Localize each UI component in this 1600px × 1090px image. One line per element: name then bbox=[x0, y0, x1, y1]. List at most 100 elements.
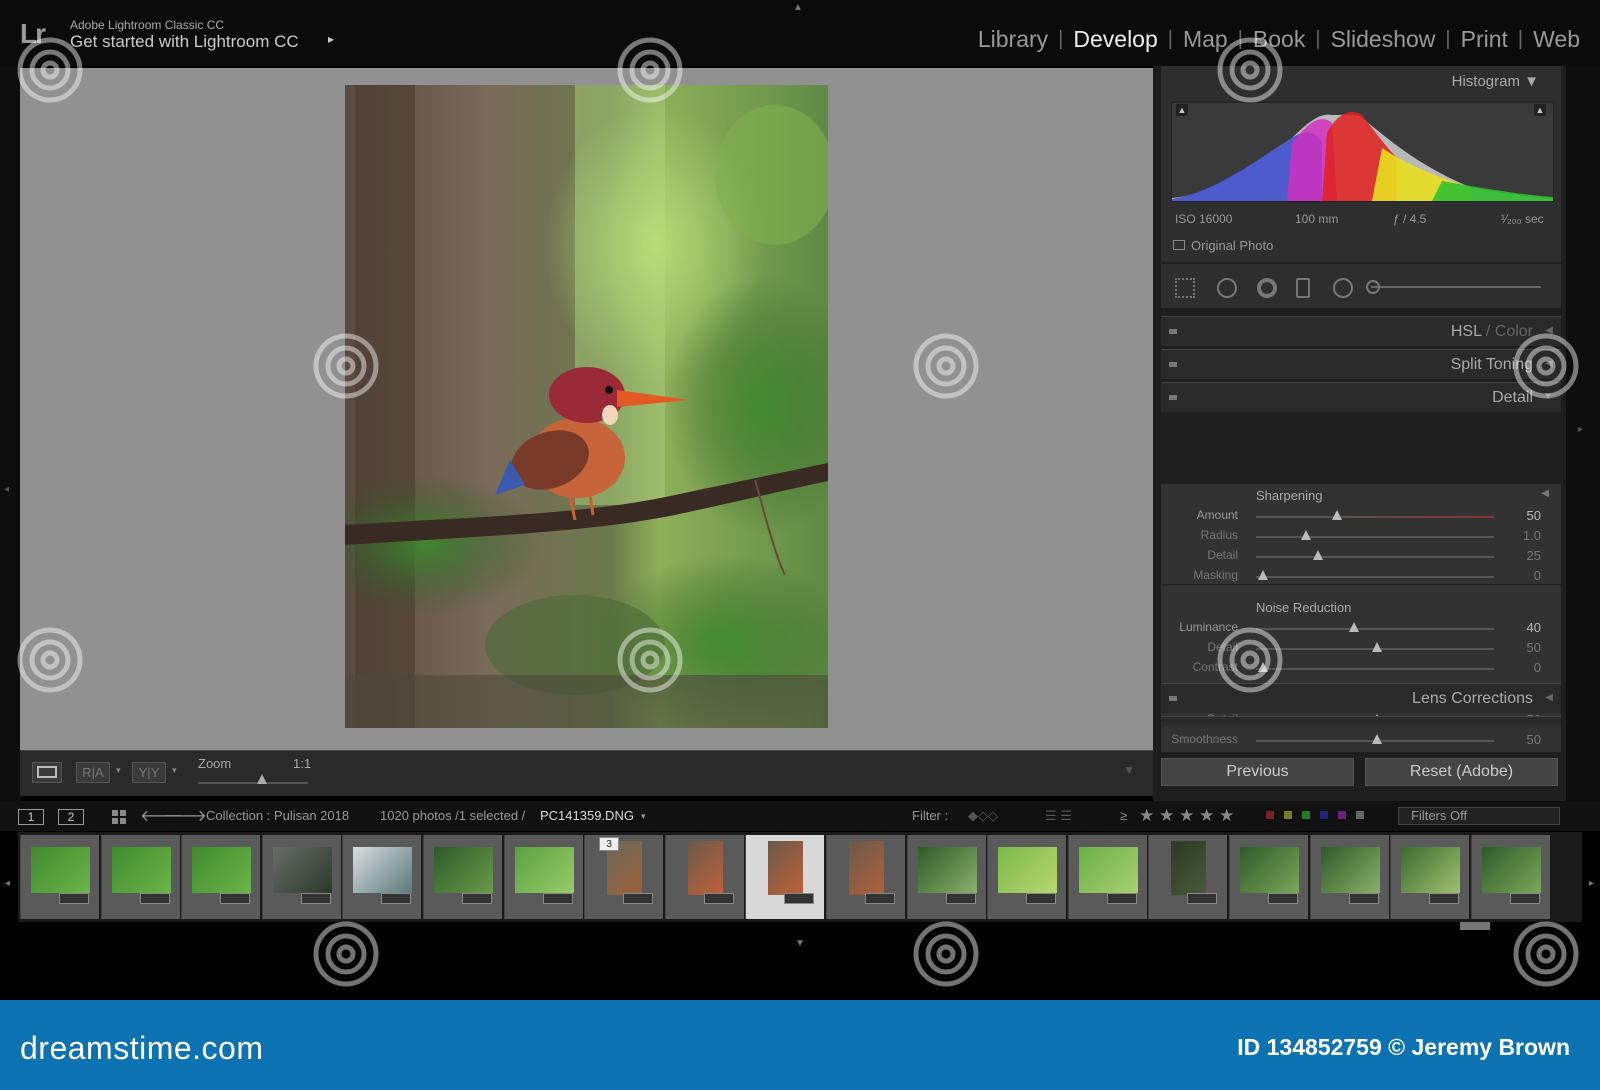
slider-thumb[interactable] bbox=[1372, 734, 1383, 744]
flag-filter-icon[interactable]: ◆◇◇ bbox=[968, 808, 998, 824]
filmstrip-thumbnail[interactable] bbox=[261, 835, 341, 919]
slider-track[interactable] bbox=[1256, 536, 1494, 538]
rating-star-icon[interactable]: ★ bbox=[1139, 806, 1154, 826]
slider-value[interactable]: 0 bbox=[1534, 568, 1541, 583]
slider-track[interactable] bbox=[1256, 576, 1494, 578]
shadow-clipping-toggle[interactable]: ▲ bbox=[1176, 104, 1188, 116]
bottom-panel-toggle-icon[interactable]: ▼ bbox=[795, 938, 805, 949]
slider-value[interactable]: 40 bbox=[1527, 620, 1541, 635]
filmstrip-thumbnail[interactable] bbox=[342, 835, 422, 919]
chevron-down-icon[interactable]: ▾ bbox=[172, 765, 177, 776]
slider-value[interactable]: 1.0 bbox=[1523, 528, 1541, 543]
chevron-down-icon[interactable]: ▾ bbox=[641, 811, 646, 822]
get-started-link[interactable]: Get started with Lightroom CC bbox=[70, 32, 299, 52]
spot-removal-icon[interactable] bbox=[1217, 278, 1237, 298]
module-develop[interactable]: Develop bbox=[1063, 26, 1167, 53]
expand-left-panel-icon[interactable]: ◂ bbox=[4, 484, 9, 495]
slider-thumb[interactable] bbox=[1300, 530, 1311, 540]
filmstrip-thumbnail[interactable] bbox=[826, 835, 905, 919]
module-slideshow[interactable]: Slideshow bbox=[1321, 26, 1446, 53]
expand-triangle-icon[interactable]: ◀ bbox=[1545, 358, 1553, 369]
panel-switch[interactable] bbox=[1169, 362, 1177, 367]
module-book[interactable]: Book bbox=[1243, 26, 1315, 53]
slider-thumb[interactable] bbox=[1372, 642, 1383, 652]
filmstrip-thumbnail[interactable] bbox=[1309, 835, 1389, 919]
slider-value[interactable]: 50 bbox=[1527, 508, 1541, 523]
crop-overlay-icon[interactable] bbox=[1175, 278, 1195, 298]
rating-star-icon[interactable]: ★ bbox=[1179, 806, 1194, 826]
filmstrip-thumbnail[interactable] bbox=[664, 835, 744, 919]
lens-corrections-panel-header[interactable]: Lens Corrections ◀ bbox=[1161, 683, 1561, 713]
toolbar-content-dropdown-icon[interactable]: ▼ bbox=[1123, 763, 1135, 777]
slider-thumb[interactable] bbox=[1331, 510, 1342, 520]
collapse-right-panel-icon[interactable]: ▸ bbox=[1578, 424, 1583, 435]
radial-filter-icon[interactable] bbox=[1333, 278, 1353, 298]
rating-operator[interactable]: ≥ bbox=[1120, 808, 1127, 823]
filmstrip-thumbnail[interactable] bbox=[100, 835, 180, 919]
collapse-triangle-icon[interactable]: ▼ bbox=[1543, 391, 1553, 402]
slider-track[interactable] bbox=[1256, 668, 1494, 670]
slider-thumb[interactable] bbox=[1258, 570, 1269, 580]
color-label-blue[interactable] bbox=[1320, 811, 1328, 819]
module-web[interactable]: Web bbox=[1523, 26, 1590, 53]
histogram-graph[interactable] bbox=[1171, 102, 1554, 202]
loupe-view-button[interactable] bbox=[32, 762, 62, 783]
slider-thumb[interactable] bbox=[1348, 622, 1359, 632]
filmstrip-thumbnail[interactable] bbox=[1067, 835, 1147, 919]
grid-view-icon[interactable] bbox=[112, 810, 126, 824]
top-panel-toggle-icon[interactable]: ▲ bbox=[793, 2, 803, 13]
panel-switch[interactable] bbox=[1169, 329, 1177, 334]
forward-arrow-icon[interactable]: 🡒 bbox=[164, 805, 207, 826]
histogram-title[interactable]: Histogram ▼ bbox=[1452, 73, 1539, 90]
slider-track[interactable] bbox=[1256, 516, 1494, 518]
split-toning-panel-header[interactable]: Split Toning ◀ bbox=[1161, 349, 1561, 379]
transform-panel-header[interactable] bbox=[1161, 716, 1561, 726]
module-print[interactable]: Print bbox=[1451, 26, 1518, 53]
detail-panel-header[interactable]: Detail ▼ bbox=[1161, 382, 1561, 412]
slider-value[interactable]: 50 bbox=[1527, 732, 1541, 747]
chevron-down-icon[interactable]: ▾ bbox=[116, 765, 121, 776]
hsl-label[interactable]: HSL bbox=[1451, 323, 1482, 340]
module-map[interactable]: Map bbox=[1173, 26, 1238, 53]
filmstrip-thumbnail[interactable] bbox=[745, 835, 825, 919]
slider-thumb[interactable] bbox=[1258, 662, 1269, 672]
color-label-red[interactable] bbox=[1266, 811, 1274, 819]
sharpening-preview-toggle-icon[interactable]: ◀ bbox=[1541, 488, 1549, 499]
adjustment-brush-slider[interactable] bbox=[1371, 286, 1541, 288]
zoom-slider-track[interactable] bbox=[198, 782, 308, 784]
color-label-yellow[interactable] bbox=[1284, 811, 1292, 819]
filmstrip-thumbnail[interactable] bbox=[181, 835, 261, 919]
filmstrip-thumbnail[interactable] bbox=[1148, 835, 1228, 919]
filmstrip-thumbnail[interactable] bbox=[423, 835, 502, 919]
filmstrip-thumbnail[interactable] bbox=[1229, 835, 1308, 919]
filmstrip-thumbnail[interactable] bbox=[20, 835, 99, 919]
selected-filename[interactable]: PC141359.DNG bbox=[540, 808, 634, 823]
collection-source[interactable]: Collection : Pulisan 2018 bbox=[206, 808, 349, 823]
slider-thumb[interactable] bbox=[1312, 550, 1323, 560]
edit-filter-icon[interactable]: ☰ ☰ bbox=[1045, 808, 1072, 824]
reset-button[interactable]: Reset (Adobe) bbox=[1365, 758, 1558, 786]
previous-button[interactable]: Previous bbox=[1161, 758, 1354, 786]
stack-count-badge[interactable]: 3 bbox=[599, 837, 620, 851]
before-after-ra-button[interactable]: R|A bbox=[76, 762, 110, 783]
hsl-panel-header[interactable]: HSL / Color ◀ bbox=[1161, 316, 1561, 346]
color-label-none[interactable] bbox=[1356, 811, 1364, 819]
before-after-yy-button[interactable]: Y|Y bbox=[132, 762, 166, 783]
left-panel-collapsed[interactable]: ◂ bbox=[0, 66, 20, 801]
red-eye-icon[interactable] bbox=[1257, 278, 1277, 298]
slider-value[interactable]: 25 bbox=[1527, 548, 1541, 563]
rating-star-icon[interactable]: ★ bbox=[1219, 806, 1234, 826]
highlight-clipping-toggle[interactable]: ▲ bbox=[1534, 104, 1546, 116]
module-library[interactable]: Library bbox=[968, 26, 1058, 53]
expand-triangle-icon[interactable]: ◀ bbox=[1545, 325, 1553, 336]
original-photo-checkbox[interactable] bbox=[1173, 240, 1185, 250]
collapse-triangle-icon[interactable]: ▼ bbox=[1524, 73, 1539, 90]
play-arrow-icon[interactable]: ▸ bbox=[328, 32, 334, 46]
slider-value[interactable]: 50 bbox=[1527, 640, 1541, 655]
filmstrip-thumbnail[interactable] bbox=[1470, 835, 1550, 919]
panel-switch[interactable] bbox=[1169, 696, 1177, 701]
slider-track[interactable] bbox=[1256, 556, 1494, 558]
slider-track[interactable] bbox=[1256, 628, 1494, 630]
filmstrip-thumbnail[interactable]: 3 bbox=[584, 835, 664, 919]
filmstrip-right-arrow-icon[interactable]: ▸ bbox=[1589, 878, 1594, 889]
